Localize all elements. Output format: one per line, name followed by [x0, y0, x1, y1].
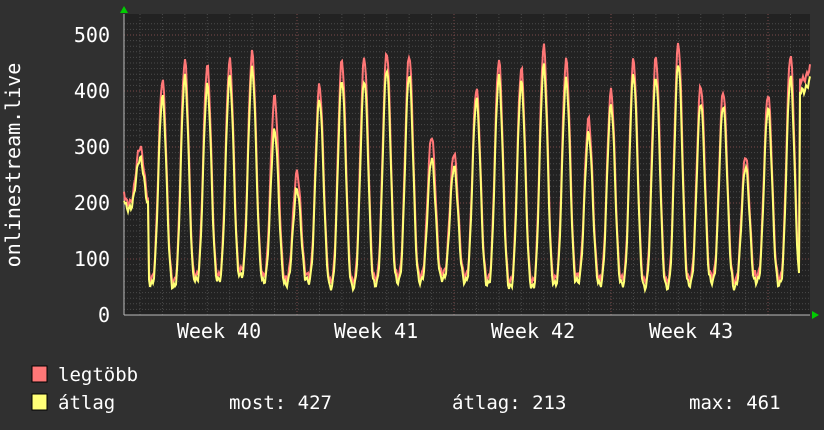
legend-label-max: legtöbb	[58, 364, 138, 386]
y-axis-label: onlinestream.live	[1, 63, 25, 268]
x-tick-label: Week 42	[491, 319, 575, 343]
rrd-graph: 0 100 200 300 400 500 Week 40 Week 41 We…	[0, 0, 824, 430]
legend-swatch-max	[31, 365, 48, 383]
stat-average: átlag: 213	[452, 392, 566, 414]
x-tick-label: Week 43	[649, 319, 733, 343]
y-tick-label: 100	[74, 247, 110, 271]
y-tick-label: 0	[98, 303, 110, 327]
x-tick-label: Week 41	[334, 319, 418, 343]
x-tick-label: Week 40	[177, 319, 261, 343]
y-tick-label: 500	[74, 23, 110, 47]
stat-current: most: 427	[229, 392, 332, 414]
y-tick-label: 200	[74, 191, 110, 215]
y-tick-label: 400	[74, 79, 110, 103]
y-tick-label: 300	[74, 135, 110, 159]
stat-max: max: 461	[689, 392, 781, 414]
legend-swatch-avg	[31, 393, 48, 411]
legend-label-avg: átlag	[58, 392, 115, 414]
